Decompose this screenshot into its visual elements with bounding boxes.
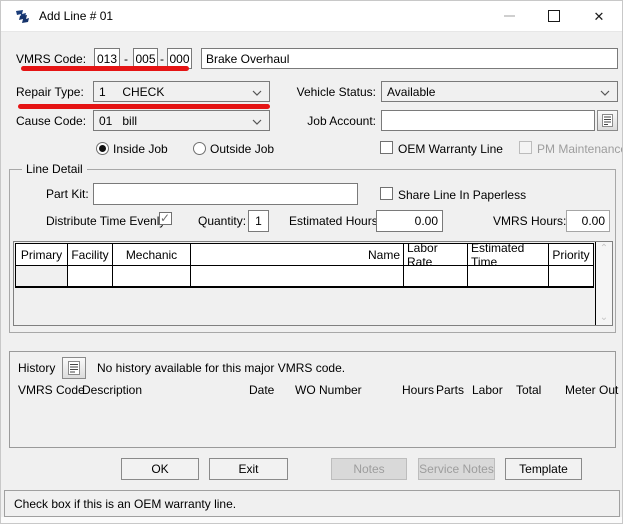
scroll-up-icon[interactable]: ⌃ [600,242,608,256]
history-col-labor: Labor [472,383,503,397]
history-button[interactable] [62,357,86,379]
outside-job-label: Outside Job [210,142,274,156]
outside-job-radio[interactable] [193,142,206,155]
ok-button[interactable]: OK [121,458,199,480]
vmrs-hours-input [566,210,610,232]
column-header-facility: Facility [68,244,113,265]
quantity-label: Quantity: [198,214,246,228]
vehicle-status-value: Available [387,85,435,99]
maximize-button[interactable] [534,1,574,31]
pm-maintenance-checkbox [519,141,532,154]
service-notes-button: Service Notes [418,458,495,480]
template-button[interactable]: Template [505,458,582,480]
minimize-icon [504,15,515,17]
window-bottom-strip [1,517,622,524]
vmrs-code-label: VMRS Code: [16,52,86,66]
history-col-wo-number: WO Number [295,383,362,397]
line-detail-title: Line Detail [22,162,87,176]
annotation-underline-repair-type [18,104,270,109]
history-col-parts: Parts [436,383,464,397]
repair-type-dropdown[interactable]: 1 CHECK [93,81,270,102]
part-kit-input[interactable] [93,183,358,205]
history-message: No history available for this major VMRS… [97,361,345,375]
history-col-vmrs-code: VMRS Code [18,383,85,397]
vmrs-separator-1: - [124,52,128,66]
part-kit-label: Part Kit: [46,187,89,201]
scroll-down-icon[interactable]: ⌄ [600,311,608,325]
history-col-total: Total [516,383,541,397]
table-cell[interactable] [404,266,468,286]
table-cell[interactable] [468,266,549,286]
share-line-label: Share Line In Paperless [398,188,526,202]
job-account-lookup-button[interactable] [597,110,618,131]
table-cell[interactable] [68,266,113,286]
status-bar: Check box if this is an OEM warranty lin… [4,490,620,517]
close-button[interactable]: ✕ [579,1,619,31]
table-cell[interactable] [16,266,68,286]
pm-maintenance-label: PM Maintenance [537,142,623,156]
column-header-estimated-time: Estimated Time [468,244,549,265]
maximize-icon [548,10,560,22]
history-col-description: Description [82,383,142,397]
exit-button[interactable]: Exit [209,458,288,480]
notes-button: Notes [331,458,407,480]
document-icon [68,361,80,375]
minimize-button [489,1,529,31]
mechanics-table: Primary Facility Mechanic Name Labor Rat… [13,241,613,326]
vmrs-hours-label: VMRS Hours: [493,214,566,228]
column-header-primary: Primary [16,244,68,265]
oem-warranty-label: OEM Warranty Line [398,142,503,156]
table-cell[interactable] [113,266,191,286]
estimated-hours-input[interactable] [376,210,443,232]
window-title: Add Line # 01 [39,1,113,31]
close-icon: ✕ [594,10,605,23]
inside-job-radio[interactable] [96,142,109,155]
app-icon [14,8,31,25]
share-line-checkbox[interactable] [380,187,393,200]
document-icon [602,114,613,127]
title-bar[interactable]: Add Line # 01 ✕ [1,1,622,32]
table-row[interactable] [15,266,594,288]
cause-code-value: 01 bill [99,114,137,128]
mechanics-table-header: Primary Facility Mechanic Name Labor Rat… [15,243,594,266]
cause-code-dropdown[interactable]: 01 bill [93,110,270,131]
table-scrollbar[interactable]: ⌃ ⌄ [595,242,612,325]
history-label: History [18,361,55,375]
chevron-down-icon [600,90,610,96]
table-cell[interactable] [191,266,404,286]
estimated-hours-label: Estimated Hours: [289,214,381,228]
history-col-hours: Hours [402,383,434,397]
status-text: Check box if this is an OEM warranty lin… [14,497,236,511]
distribute-time-checkbox[interactable] [159,212,172,225]
vmrs-separator-2: - [160,52,164,66]
job-account-label: Job Account: [296,114,376,128]
job-account-input[interactable] [381,110,595,131]
vehicle-status-dropdown[interactable]: Available [381,81,618,102]
history-col-meter-out: Meter Out [565,383,618,397]
oem-warranty-checkbox[interactable] [380,141,393,154]
column-header-labor-rate: Labor Rate [404,244,468,265]
chevron-down-icon [252,119,262,125]
chevron-down-icon [252,90,262,96]
column-header-priority: Priority [549,244,594,265]
column-header-mechanic: Mechanic [113,244,191,265]
add-line-dialog: Add Line # 01 ✕ VMRS Code: - - Repair Ty… [0,0,623,524]
repair-type-value: 1 CHECK [99,85,164,99]
distribute-time-label: Distribute Time Evenly [46,214,165,228]
history-col-date: Date [249,383,274,397]
vmrs-description-input[interactable] [201,48,618,69]
vehicle-status-label: Vehicle Status: [296,85,376,99]
repair-type-label: Repair Type: [16,85,84,99]
cause-code-label: Cause Code: [16,114,86,128]
quantity-input[interactable] [248,210,269,232]
annotation-underline-vmrs [21,66,189,71]
history-panel: History No history available for this ma… [9,351,616,448]
table-cell[interactable] [549,266,594,286]
inside-job-label: Inside Job [113,142,168,156]
column-header-name: Name [191,244,404,265]
